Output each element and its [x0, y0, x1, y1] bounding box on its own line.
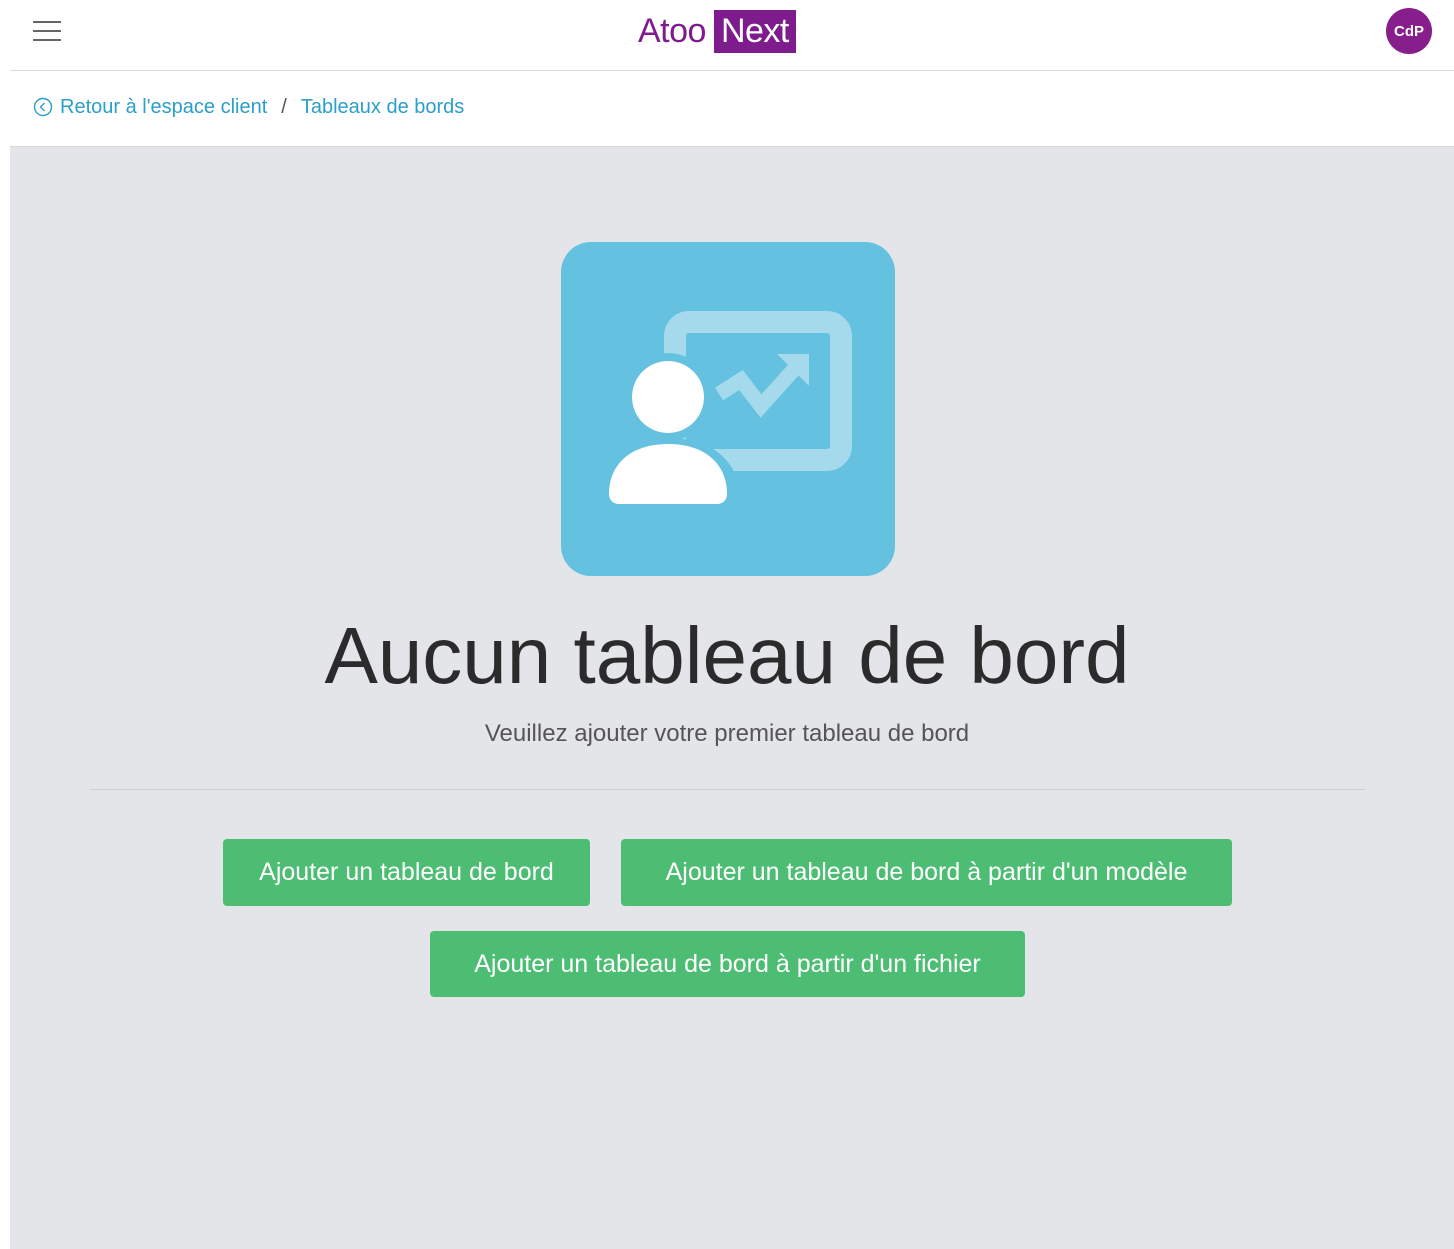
breadcrumb: Retour à l'espace client / Tableaux de b… [33, 93, 464, 121]
user-avatar[interactable]: CdP [1386, 8, 1432, 54]
empty-state-title: Aucun tableau de bord [324, 611, 1130, 700]
chevron-left-circle-icon[interactable] [33, 97, 53, 117]
empty-state-subtitle: Veuillez ajouter votre premier tableau d… [484, 720, 970, 747]
top-navbar: Atoo Next CdP [0, 0, 1454, 70]
add-dashboard-from-template-button[interactable]: Ajouter un tableau de bord à partir d'un… [621, 839, 1232, 906]
empty-state-divider [90, 789, 1365, 790]
breadcrumb-current[interactable]: Tableaux de bords [301, 96, 464, 119]
breadcrumb-separator: / [281, 95, 287, 118]
hamburger-menu-icon[interactable] [33, 21, 61, 41]
add-dashboard-button[interactable]: Ajouter un tableau de bord [223, 839, 590, 906]
header-divider [10, 70, 1454, 71]
logo-text-atoo: Atoo [638, 11, 706, 50]
add-dashboard-from-file-button[interactable]: Ajouter un tableau de bord à partir d'un… [430, 931, 1025, 997]
breadcrumb-back-link[interactable]: Retour à l'espace client [60, 96, 267, 119]
logo-text-next: Next [713, 9, 796, 53]
app-logo[interactable]: Atoo Next [638, 9, 796, 53]
dashboard-presentation-icon [561, 242, 895, 576]
